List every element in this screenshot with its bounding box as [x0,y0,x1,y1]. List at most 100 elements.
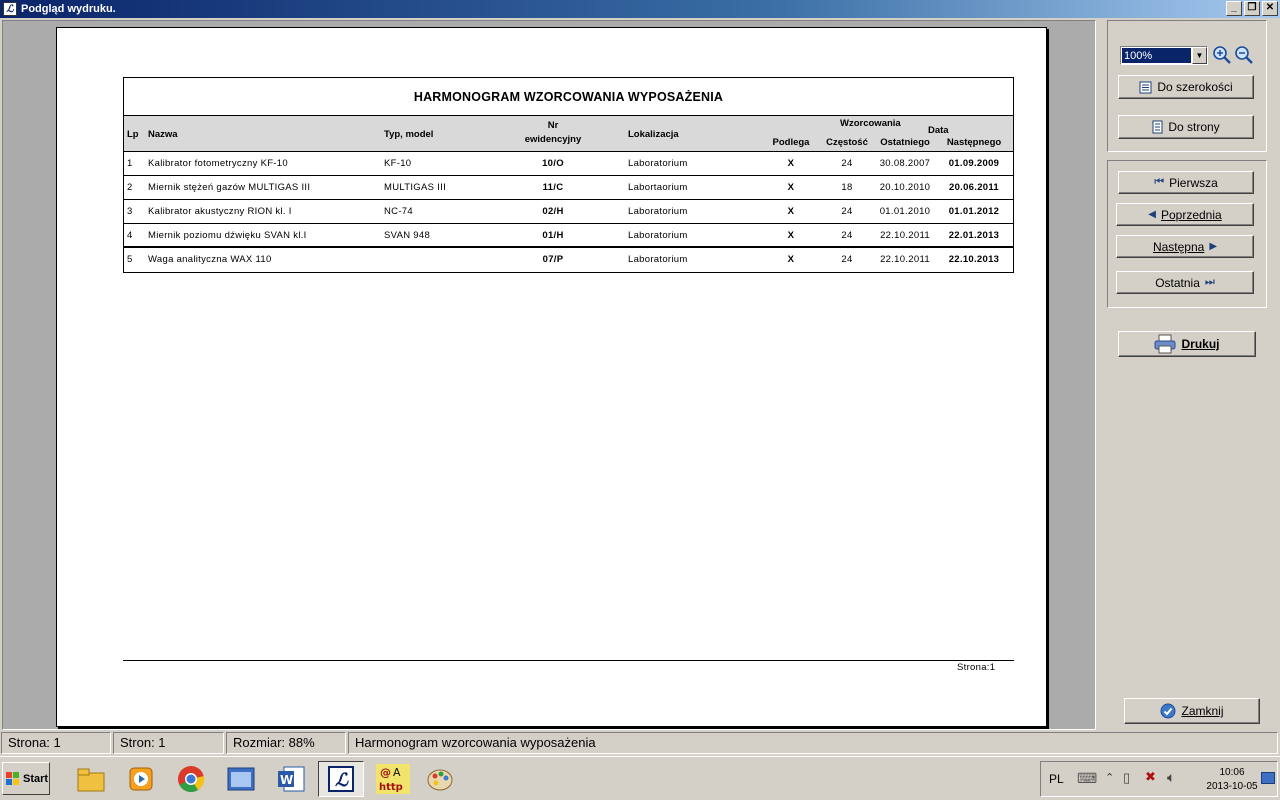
cell-typ: NC-74 [384,206,413,217]
cell-czestosc: 24 [841,158,853,169]
next-label: Następna [1152,239,1205,254]
chevron-down-icon[interactable]: ▼ [1192,47,1207,64]
minimize-button[interactable]: _ [1226,1,1242,16]
window-title: Podgląd wydruku. [21,3,116,15]
prev-label: Poprzednia [1160,207,1222,222]
cell-lokalizacja: Laboratorium [628,158,688,169]
cell-lokalizacja: Labortaorium [628,182,688,193]
title-bar: ℒ Podgląd wydruku. _ ❐ ✕ [0,0,1280,18]
keyboard-icon[interactable]: ⌨ [1077,770,1097,787]
next-icon: ▶ [1209,241,1218,252]
svg-text:W: W [280,773,293,787]
cell-nastepnego: 01.09.2009 [948,158,1000,169]
file-explorer-icon[interactable] [68,761,114,797]
start-button[interactable]: Start [2,762,50,795]
fit-page-button[interactable]: Do strony [1118,115,1254,139]
cell-nazwa: Kalibrator fotometryczny KF-10 [148,158,288,169]
status-document: Harmonogram wzorcowania wyposażenia [348,732,1278,754]
cell-nazwa: Waga analityczna WAX 110 [148,254,272,265]
language-indicator[interactable]: PL [1049,772,1064,786]
cell-nastepnego: 01.01.2012 [948,206,1000,217]
print-page: HARMONOGRAM WZORCOWANIA WYPOSAŻENIA Lp N… [56,27,1047,727]
cell-ostatniego: 22.10.2011 [880,230,930,241]
next-page-button[interactable]: Następna ▶ [1116,235,1254,258]
header-nastepnego: Następnego [946,137,1002,148]
show-desktop-icon[interactable] [1261,772,1275,784]
cell-nazwa: Kalibrator akustyczny RION kl. I [148,206,292,217]
restore-button[interactable]: ❐ [1244,1,1260,16]
cell-czestosc: 18 [841,182,853,193]
page-footer-line [123,660,1014,661]
word-icon[interactable]: W [268,761,314,797]
cell-czestosc: 24 [841,230,853,241]
cell-ostatniego: 30.08.2007 [879,158,931,169]
cell-nr: 01/H [542,230,564,241]
cell-typ: SVAN 948 [384,230,431,241]
last-icon: ⏭ [1204,276,1215,288]
header-typ: Typ, model [384,129,434,140]
http-tool-icon[interactable]: @ Ahttp [370,761,416,797]
cell-nazwa: Miernik stężeń gazów MULTIGAS III [148,182,311,193]
paint-icon[interactable] [418,761,464,797]
cell-podlega: X [787,158,795,169]
preview-app-icon[interactable]: ℒ [318,761,364,797]
cell-ostatniego: 20.10.2010 [879,182,931,193]
zoom-select[interactable]: 100% ▼ [1120,46,1208,65]
table-row: 3 Kalibrator akustyczny RION kl. I NC-74… [124,200,1013,224]
volume-icon[interactable]: 🔈︎ [1167,769,1175,786]
taskbar: Start W ℒ @ Ahttp PL ⌨ ⌃ ▯ ✖ 🔈︎ 10:06 201… [0,756,1280,800]
close-window-button[interactable]: ✕ [1262,1,1278,16]
prev-page-button[interactable]: ◀ Poprzednia [1116,203,1254,226]
first-page-button[interactable]: ⏮ Pierwsza [1118,171,1254,194]
page-width-icon [1139,81,1152,93]
clock[interactable]: 10:06 2013-10-05 [1201,766,1263,794]
cell-lp: 2 [127,182,133,193]
clock-time: 10:06 [1219,767,1245,778]
device-icon[interactable]: ▯ [1123,770,1130,786]
cell-lokalizacja: Laboratorium [628,254,688,265]
cell-podlega: X [787,254,795,265]
header-podlega: Podlega [772,137,810,148]
last-page-button[interactable]: Ostatnia ⏭ [1116,271,1254,294]
chrome-icon[interactable] [168,761,214,797]
cell-nastepnego: 22.10.2013 [948,254,1000,265]
close-button[interactable]: Zamknij [1124,698,1260,724]
report-title: HARMONOGRAM WZORCOWANIA WYPOSAŻENIA [124,78,1013,116]
svg-text:A: A [393,766,401,779]
chevron-up-icon[interactable]: ⌃ [1105,771,1114,784]
svg-text:http: http [379,782,403,793]
zoom-in-icon[interactable] [1212,45,1232,65]
first-label: Pierwsza [1169,175,1218,190]
system-tray: PL ⌨ ⌃ ▯ ✖ 🔈︎ 10:06 2013-10-05 [1040,761,1278,797]
fit-width-button[interactable]: Do szerokości [1118,75,1254,99]
cell-lp: 5 [127,254,133,265]
first-icon: ⏮ [1154,176,1165,188]
printer-icon [1154,334,1176,354]
status-size: Rozmiar: 88% [226,732,346,754]
media-player-icon[interactable] [118,761,164,797]
zoom-value: 100% [1122,48,1191,63]
zoom-out-icon[interactable] [1234,45,1254,65]
windows-logo-icon [6,771,19,785]
print-button[interactable]: Drukuj [1118,331,1256,357]
cell-nr: 02/H [542,206,564,217]
network-icon[interactable]: ✖ [1145,769,1156,785]
table-row: 2 Miernik stężeń gazów MULTIGAS III MULT… [124,176,1013,200]
status-page: Strona: 1 [1,732,111,754]
cell-nr: 07/P [542,254,564,265]
cell-czestosc: 24 [841,254,853,265]
header-nr-line1: Nr [547,120,559,131]
cell-lp: 4 [127,230,133,241]
header-data: Data [928,125,949,136]
header-czestosc: Częstość [826,137,868,148]
table-header: Lp Nazwa Typ, model Nr ewidencyjny Lokal… [124,116,1013,152]
page-icon [1152,120,1163,134]
control-panel: 100% ▼ Do szerokości Do strony ⏮ Pierwsz… [1098,20,1280,730]
app-window-icon[interactable] [218,761,264,797]
cell-nr: 10/O [542,158,564,169]
fit-width-label: Do szerokości [1157,80,1233,94]
preview-area[interactable]: HARMONOGRAM WZORCOWANIA WYPOSAŻENIA Lp N… [2,20,1096,730]
cell-ostatniego: 01.01.2010 [879,206,931,217]
header-nr-line2: ewidencyjny [524,134,582,145]
cell-podlega: X [787,206,795,217]
